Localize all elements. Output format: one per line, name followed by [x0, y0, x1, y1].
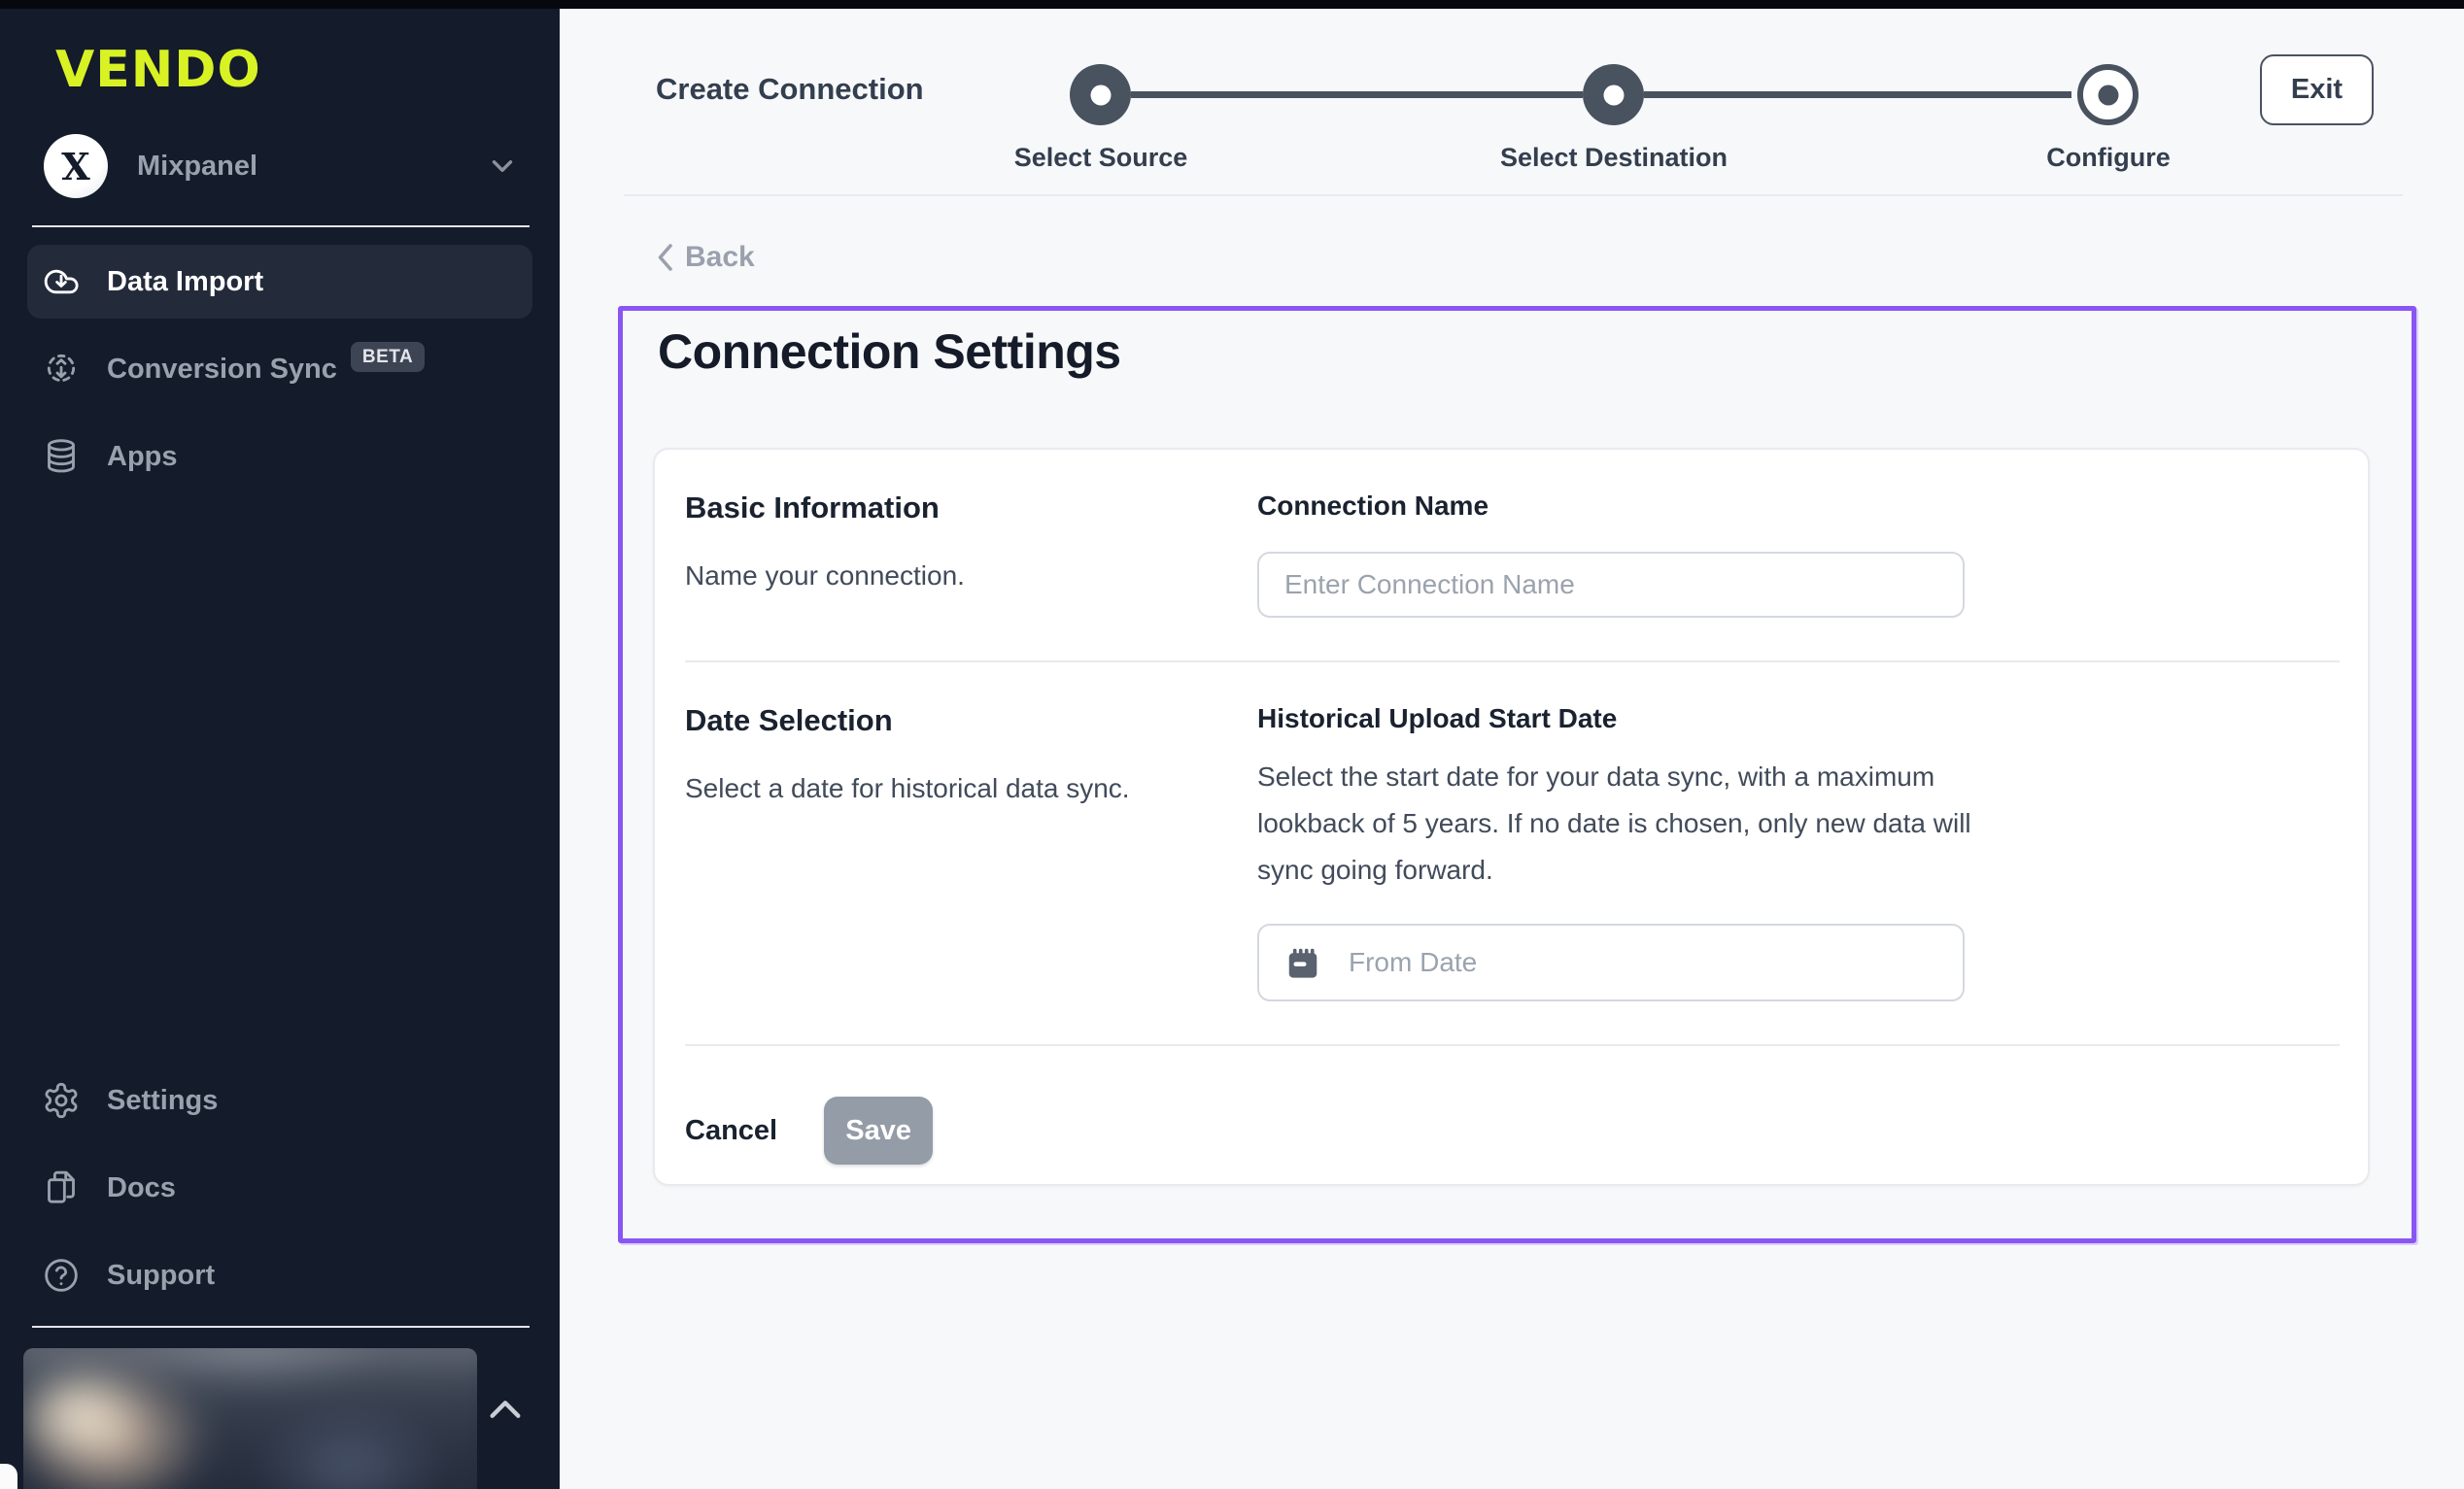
back-link[interactable]: Back — [654, 241, 755, 274]
card-footer: Cancel Save — [655, 1046, 2368, 1165]
step-label-select-source: Select Source — [897, 143, 1305, 173]
chevron-down-icon — [486, 150, 519, 183]
sidebar-item-label: Conversion Sync — [107, 354, 337, 386]
section-left: Date Selection Select a date for histori… — [685, 703, 1257, 1001]
workspace-selector[interactable]: X Mixpanel — [44, 134, 519, 198]
section-left: Basic Information Name your connection. — [685, 491, 1257, 618]
cloud-download-icon — [42, 262, 81, 301]
workspace-name: Mixpanel — [137, 151, 486, 183]
connection-name-label: Connection Name — [1257, 491, 2340, 522]
create-connection-header: Create Connection Select Source Select D… — [624, 0, 2403, 196]
settings-card: Basic Information Name your connection. … — [653, 448, 2370, 1186]
connection-name-input[interactable] — [1257, 552, 1965, 618]
sidebar: VENDO X Mixpanel Data Import Conversion … — [0, 0, 560, 1489]
sidebar-item-data-import[interactable]: Data Import — [27, 245, 532, 319]
sidebar-divider-bottom — [32, 1326, 530, 1328]
vendo-logo: VENDO — [55, 45, 532, 95]
cancel-button[interactable]: Cancel — [685, 1115, 777, 1147]
step-node-configure[interactable] — [2077, 64, 2139, 125]
sync-icon — [42, 350, 81, 389]
main-content: Create Connection Select Source Select D… — [560, 0, 2464, 1489]
section-title: Date Selection — [685, 703, 1257, 738]
database-icon — [42, 437, 81, 476]
section-description: Name your connection. — [685, 560, 1257, 592]
step-label-configure: Configure — [1904, 143, 2312, 173]
step-node-select-source[interactable] — [1070, 64, 1131, 125]
back-label: Back — [685, 241, 755, 274]
page-title: Connection Settings — [658, 323, 2412, 380]
step-label-select-destination: Select Destination — [1410, 143, 1818, 173]
section-description: Select a date for historical data sync. — [685, 773, 1257, 804]
from-date-input[interactable] — [1257, 924, 1965, 1001]
sidebar-item-label: Apps — [107, 441, 178, 473]
step-dot — [2098, 85, 2118, 105]
gear-icon — [42, 1081, 81, 1120]
sidebar-spacer — [27, 507, 532, 1046]
save-button[interactable]: Save — [824, 1097, 933, 1165]
sidebar-item-support[interactable]: Support — [27, 1238, 532, 1312]
sidebar-item-settings[interactable]: Settings — [27, 1064, 532, 1137]
step-dot — [1090, 85, 1111, 105]
section-title: Basic Information — [685, 491, 1257, 525]
from-date-field — [1257, 924, 1965, 1001]
sidebar-item-label: Docs — [107, 1172, 176, 1204]
step-node-select-destination[interactable] — [1583, 64, 1644, 125]
user-profile-blurred[interactable] — [23, 1348, 477, 1489]
docs-icon — [42, 1168, 81, 1207]
header-title: Create Connection — [656, 72, 924, 107]
help-icon — [42, 1256, 81, 1295]
sidebar-item-conversion-sync[interactable]: Conversion Sync BETA — [27, 332, 532, 406]
stepper-connector-1 — [1131, 91, 1583, 98]
section-right: Historical Upload Start Date Select the … — [1257, 703, 2340, 1001]
sidebar-item-label: Settings — [107, 1085, 218, 1117]
profile-photo-blur — [23, 1348, 477, 1489]
mixpanel-logo-icon: X — [44, 134, 108, 198]
sidebar-nav: Data Import Conversion Sync BETA Apps — [27, 245, 532, 507]
sidebar-divider-top — [32, 225, 530, 227]
sidebar-item-apps[interactable]: Apps — [27, 420, 532, 493]
step-dot — [1603, 85, 1624, 105]
sidebar-item-docs[interactable]: Docs — [27, 1151, 532, 1225]
chevron-up-icon[interactable] — [486, 1395, 525, 1424]
exit-button[interactable]: Exit — [2260, 54, 2374, 125]
section-right: Connection Name — [1257, 491, 2340, 618]
connection-settings-panel: Connection Settings Basic Information Na… — [618, 306, 2416, 1243]
chevron-left-icon — [654, 243, 675, 272]
popover-corner — [0, 1464, 17, 1489]
profile-area — [0, 1348, 560, 1489]
basic-information-section: Basic Information Name your connection. … — [655, 450, 2368, 618]
sidebar-footer-nav: Settings Docs Support — [27, 1064, 532, 1326]
start-date-label: Historical Upload Start Date — [1257, 703, 2340, 734]
window-top-bar — [0, 0, 2464, 9]
date-selection-section: Date Selection Select a date for histori… — [655, 662, 2368, 1001]
sidebar-item-label: Support — [107, 1260, 215, 1292]
stepper-connector-2 — [1644, 91, 2071, 98]
sidebar-item-label: Data Import — [107, 266, 263, 298]
start-date-help-text: Select the start date for your data sync… — [1257, 754, 2001, 894]
beta-badge: BETA — [351, 342, 425, 372]
